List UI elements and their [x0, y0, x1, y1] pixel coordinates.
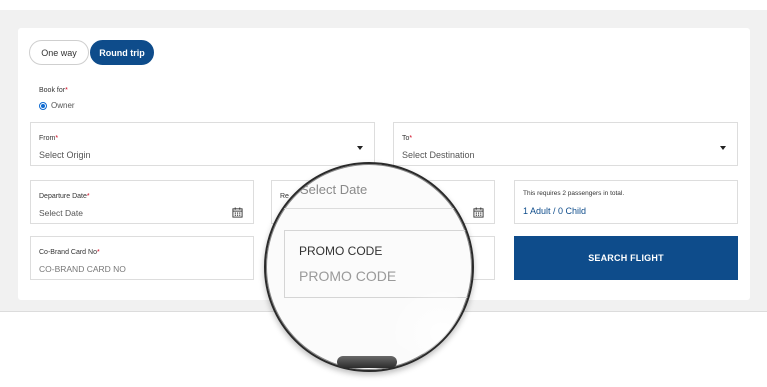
from-label: From*	[39, 135, 58, 142]
cobrand-card-input[interactable]: CO-BRAND CARD NO	[39, 264, 126, 274]
to-field[interactable]: To* Select Destination	[393, 122, 738, 166]
book-for-label-text: Book for	[39, 87, 66, 94]
owner-radio[interactable]: Owner	[39, 101, 75, 110]
departure-date-label: Departure Date*	[39, 193, 90, 200]
magnified-view: ate Select Date PROMO CODE PROMO CODE	[266, 164, 472, 370]
cobrand-card-label: Co-Brand Card No*	[39, 249, 100, 256]
magnified-return-date-value: Select Date	[300, 182, 368, 197]
passengers-field[interactable]: This requires 2 passengers in total. 1 A…	[514, 180, 738, 224]
to-value: Select Destination	[402, 150, 475, 160]
one-way-button[interactable]: One way	[29, 40, 89, 65]
departure-date-label-text: Departure Date	[39, 193, 87, 200]
cobrand-card-field[interactable]: Co-Brand Card No* CO-BRAND CARD NO	[30, 236, 254, 280]
required-mark: *	[409, 135, 413, 142]
calendar-icon[interactable]	[473, 207, 484, 218]
required-mark: *	[96, 249, 100, 256]
magnifier-handle	[337, 356, 397, 368]
required-mark: *	[65, 87, 68, 94]
required-mark: *	[86, 193, 90, 200]
required-mark: *	[55, 135, 59, 142]
search-flight-button[interactable]: SEARCH FLIGHT	[514, 236, 738, 280]
magnified-label-fragment: ate	[322, 162, 336, 169]
flight-search-screenshot: One way Round trip Book for* Owner From*…	[0, 0, 767, 387]
chevron-down-icon[interactable]	[720, 146, 726, 150]
magnifier-lens: ate Select Date PROMO CODE PROMO CODE	[264, 162, 474, 372]
round-trip-button[interactable]: Round trip	[90, 40, 154, 65]
from-value: Select Origin	[39, 150, 91, 160]
chevron-down-icon[interactable]	[357, 146, 363, 150]
from-label-text: From	[39, 135, 56, 142]
owner-radio-label: Owner	[51, 101, 75, 110]
from-field[interactable]: From* Select Origin	[30, 122, 375, 166]
radio-selected-icon[interactable]	[39, 101, 47, 110]
to-label: To*	[402, 135, 412, 142]
departure-date-value: Select Date	[39, 208, 83, 218]
passengers-value: 1 Adult / 0 Child	[523, 206, 587, 216]
magnified-divider	[266, 208, 472, 209]
calendar-icon[interactable]	[232, 207, 243, 218]
passengers-note: This requires 2 passengers in total.	[523, 190, 625, 197]
cobrand-card-label-text: Co-Brand Card No	[39, 249, 97, 256]
magnified-promo-input[interactable]: PROMO CODE	[299, 268, 396, 284]
magnified-promo-label: PROMO CODE	[299, 244, 383, 258]
book-for-label: Book for*	[39, 87, 68, 94]
lens-glare	[386, 284, 466, 354]
departure-date-field[interactable]: Departure Date* Select Date	[30, 180, 254, 224]
